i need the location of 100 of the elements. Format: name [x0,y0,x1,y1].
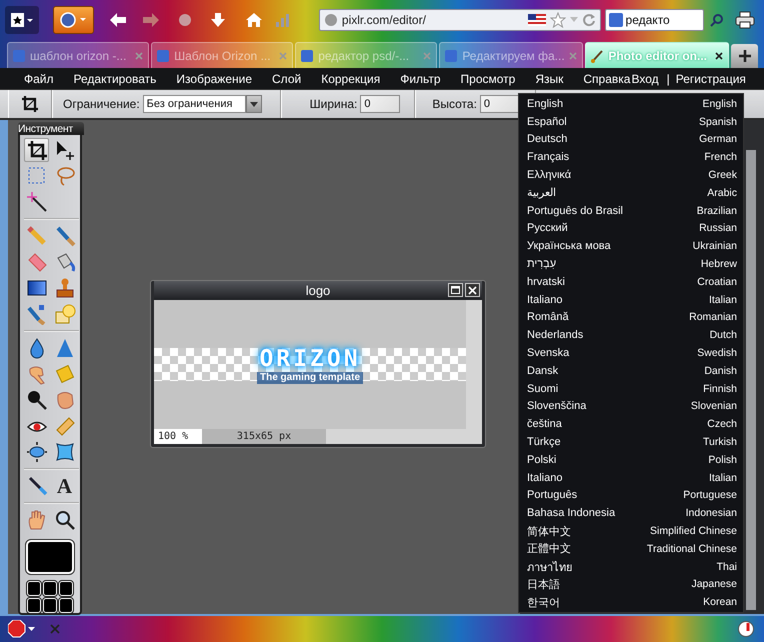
scrollbar[interactable] [746,150,756,610]
language-name: 한국어 [527,596,560,610]
language-option[interactable]: hrvatski Croatian [519,272,743,291]
language-name: Українська мова [527,240,611,252]
language-english-name: Polish [708,454,737,466]
language-option[interactable]: Dansk Danish [519,362,743,380]
star-icon [10,12,34,28]
address-field[interactable]: pixlr.com/editor/ [318,9,601,31]
language-english-name: Russian [699,222,737,234]
language-english-name: Slovenian [690,400,737,412]
tool-button[interactable] [24,190,49,214]
mini-swatch[interactable] [27,581,41,596]
height-field[interactable]: 0 [480,95,519,113]
language-name: Italiano [527,294,562,306]
language-english-name: Japanese [691,578,737,590]
language-english-name: Italian [708,294,737,306]
login-link[interactable]: Вход [631,72,667,86]
language-name: Ελληνικά [527,169,572,182]
language-english-name: Danish [704,364,737,377]
constraint-dropdown[interactable]: Без ограничения [142,95,246,113]
language-option[interactable]: Bahasa Indonesia Indonesian [519,504,743,522]
menu-separator: | [666,72,671,86]
language-option[interactable]: Italiano Italian [519,468,743,487]
maximize-icon [451,286,460,294]
language-option[interactable]: 简体中文 Simplified Chinese [519,522,743,540]
mini-swatch[interactable] [59,598,73,613]
tool-button[interactable] [24,138,49,162]
language-option[interactable]: Suomi Finnish [519,380,743,398]
new-tab-button[interactable] [731,44,758,68]
language-option[interactable]: Slovenščina Slovenian [519,398,743,416]
language-option[interactable]: Polski Polish [519,450,743,469]
maximize-button[interactable] [448,283,463,297]
browser-menu-button[interactable] [53,6,94,34]
zoom-field[interactable]: 100 % [154,429,202,444]
language-name: hrvatski [527,276,565,288]
language-english-name: Greek [708,169,737,182]
language-name: Italiano [527,472,562,484]
search-engine-icon [608,13,623,27]
language-option[interactable]: 正體中文 Traditional Chinese [519,540,743,558]
language-option[interactable]: Italiano Italian [519,290,743,309]
caret-icon [250,102,258,106]
width-field[interactable]: 0 [360,95,400,113]
language-option[interactable]: Español Spanish [519,112,743,131]
language-option[interactable]: čeština Czech [519,415,743,434]
printer-icon [734,11,755,29]
language-option[interactable]: Română Romanian [519,308,743,326]
bookmarks-button[interactable] [5,6,40,34]
menu-item[interactable]: Изображение [166,72,262,86]
addon-button[interactable] [738,621,754,637]
favicon-icon [300,48,314,62]
brush-icon [54,225,76,247]
menu-item[interactable]: Коррекция [311,72,390,86]
window-title: logo [306,283,330,298]
adblock-button[interactable] [8,620,36,638]
favicon-icon [156,48,170,62]
language-option[interactable]: ภาษาไทย Thai [519,558,743,576]
language-name: Português do Brasil [527,204,623,217]
language-option[interactable]: Türkçe Turkish [519,433,743,451]
menu-item[interactable]: Файл [14,72,64,86]
close-icon[interactable] [714,50,724,60]
menu-item[interactable]: Слой [262,72,312,86]
menu-item[interactable]: Редактировать [64,72,166,86]
language-name: čeština [527,418,562,430]
language-option[interactable]: Русский Russian [519,220,743,238]
close-button[interactable] [465,283,480,297]
back-arrow-icon [108,12,127,28]
register-link[interactable]: Регистрация [676,72,746,86]
menu-item[interactable]: Просмотр [450,72,526,86]
language-option[interactable]: Ελληνικά Greek [519,166,743,184]
language-option[interactable]: Português do Brasil Brazilian [519,202,743,220]
language-english-name: Korean [703,596,737,608]
language-name: Русский [527,222,568,234]
language-option[interactable]: Українська мова Ukrainian [519,237,743,256]
language-name: Svenska [527,347,570,360]
language-option[interactable]: Nederlands Dutch [519,326,743,344]
mini-swatch[interactable] [27,598,41,613]
scrollbar[interactable] [466,300,482,429]
language-option[interactable]: 한국어 Korean [519,593,743,612]
menu-item[interactable]: Язык [525,72,574,86]
mini-swatch[interactable] [59,581,73,596]
width-label: Ширина: [310,97,358,111]
star-icon[interactable] [550,12,566,28]
language-option[interactable]: 日本語 Japanese [519,576,743,594]
language-name: English [527,98,564,110]
mini-swatch[interactable] [43,581,57,596]
menu-item[interactable]: Фильтр [390,72,451,86]
language-option[interactable]: English English [519,95,743,113]
tool-button[interactable] [24,440,49,464]
mini-swatch[interactable] [43,598,57,613]
language-option[interactable]: Français French [519,148,743,166]
type-tool[interactable]: A [52,474,77,498]
dropdown-button[interactable] [246,95,262,113]
language-option[interactable]: Português Portuguese [519,486,743,504]
language-english-name: Arabic [707,186,737,199]
shapes-icon [54,303,76,325]
search-field[interactable]: редакто [604,9,704,31]
language-name: Dansk [527,364,558,377]
color-swatch[interactable] [26,540,74,574]
language-option[interactable]: Svenska Swedish [519,344,743,362]
language-option[interactable]: Deutsch German [519,130,743,148]
